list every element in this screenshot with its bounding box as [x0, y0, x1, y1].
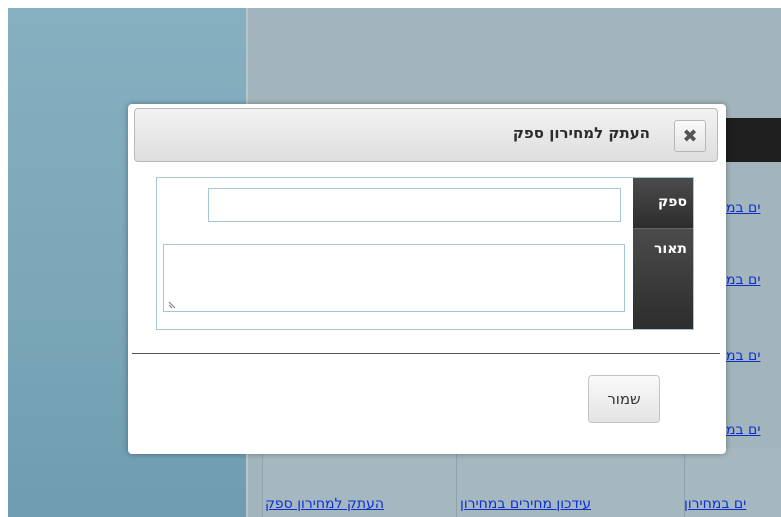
dialog-form: ספק תאור [156, 177, 694, 330]
dialog-titlebar: העתק למחירון ספק ✖ [134, 108, 718, 162]
bg-link-2[interactable]: ים במ [726, 272, 760, 288]
bg-link-4[interactable]: ים במ [726, 422, 760, 438]
grid-link-update-prices[interactable]: עידכון מחירים במחירון [460, 496, 591, 512]
footer-separator [132, 353, 720, 354]
grid-link-prices[interactable]: ים במחירון [684, 496, 746, 512]
bg-link-1[interactable]: ים במ [726, 200, 760, 216]
bg-link-3[interactable]: ים במ [726, 348, 760, 364]
resize-grip-icon[interactable] [168, 299, 178, 309]
grid-link-copy-pricelist[interactable]: העתק למחירון ספק [265, 496, 384, 512]
close-icon: ✖ [682, 125, 698, 147]
dialog-title: העתק למחירון ספק [512, 124, 650, 142]
description-textarea[interactable] [163, 244, 625, 312]
copy-pricelist-dialog: העתק למחירון ספק ✖ ספק תאור שמור [128, 104, 726, 454]
description-label: תאור [633, 228, 693, 329]
grid-divider [456, 448, 457, 517]
close-button[interactable]: ✖ [674, 120, 706, 152]
save-button[interactable]: שמור [588, 375, 660, 423]
supplier-label: ספק [633, 178, 693, 228]
grid-divider [262, 448, 263, 517]
supplier-input[interactable] [208, 188, 621, 222]
